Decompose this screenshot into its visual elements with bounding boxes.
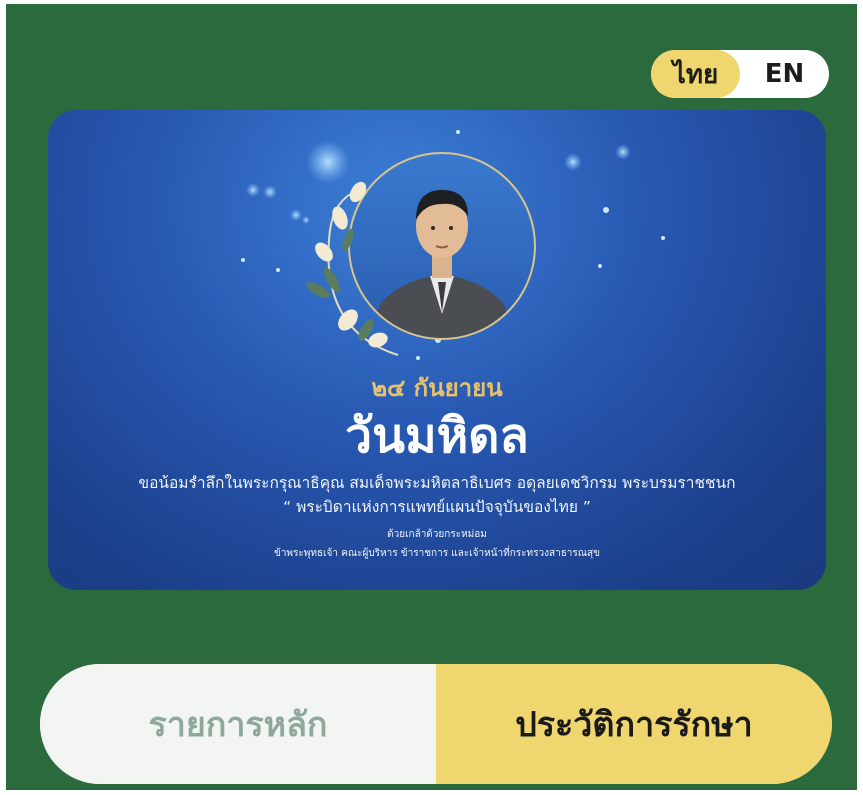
treatment-history-tab[interactable]: ประวัติการรักษา [436, 664, 832, 784]
app-screen: ไทย EN ๒๔ กันยายน วันมหิดล ขอน้อมรำลึกใน… [6, 4, 857, 790]
language-toggle[interactable]: ไทย EN [651, 50, 829, 98]
banner-quote-text: “ พระบิดาแห่งการแพทย์แผนปัจจุบันของไทย ” [283, 498, 591, 516]
language-english-button[interactable]: EN [740, 50, 829, 98]
bottom-navigation: รายการหลัก ประวัติการรักษา [40, 664, 832, 784]
banner-title: วันมหิดล [345, 408, 529, 464]
banner-organization-text: ข้าพระพุทธเจ้า คณะผู้บริหาร ข้าราชการ แล… [273, 548, 600, 559]
banner-signoff-text: ด้วยเกล้าด้วยกระหม่อม [387, 529, 487, 540]
main-menu-tab[interactable]: รายการหลัก [40, 664, 436, 784]
language-thai-button[interactable]: ไทย [651, 50, 740, 98]
banner-tribute-text: ขอน้อมรำลึกในพระกรุณาธิคุณ สมเด็จพระมหิต… [138, 474, 736, 492]
mahidol-day-banner: ๒๔ กันยายน วันมหิดล ขอน้อมรำลึกในพระกรุณ… [48, 110, 826, 590]
flower-wreath-decoration [306, 181, 399, 356]
